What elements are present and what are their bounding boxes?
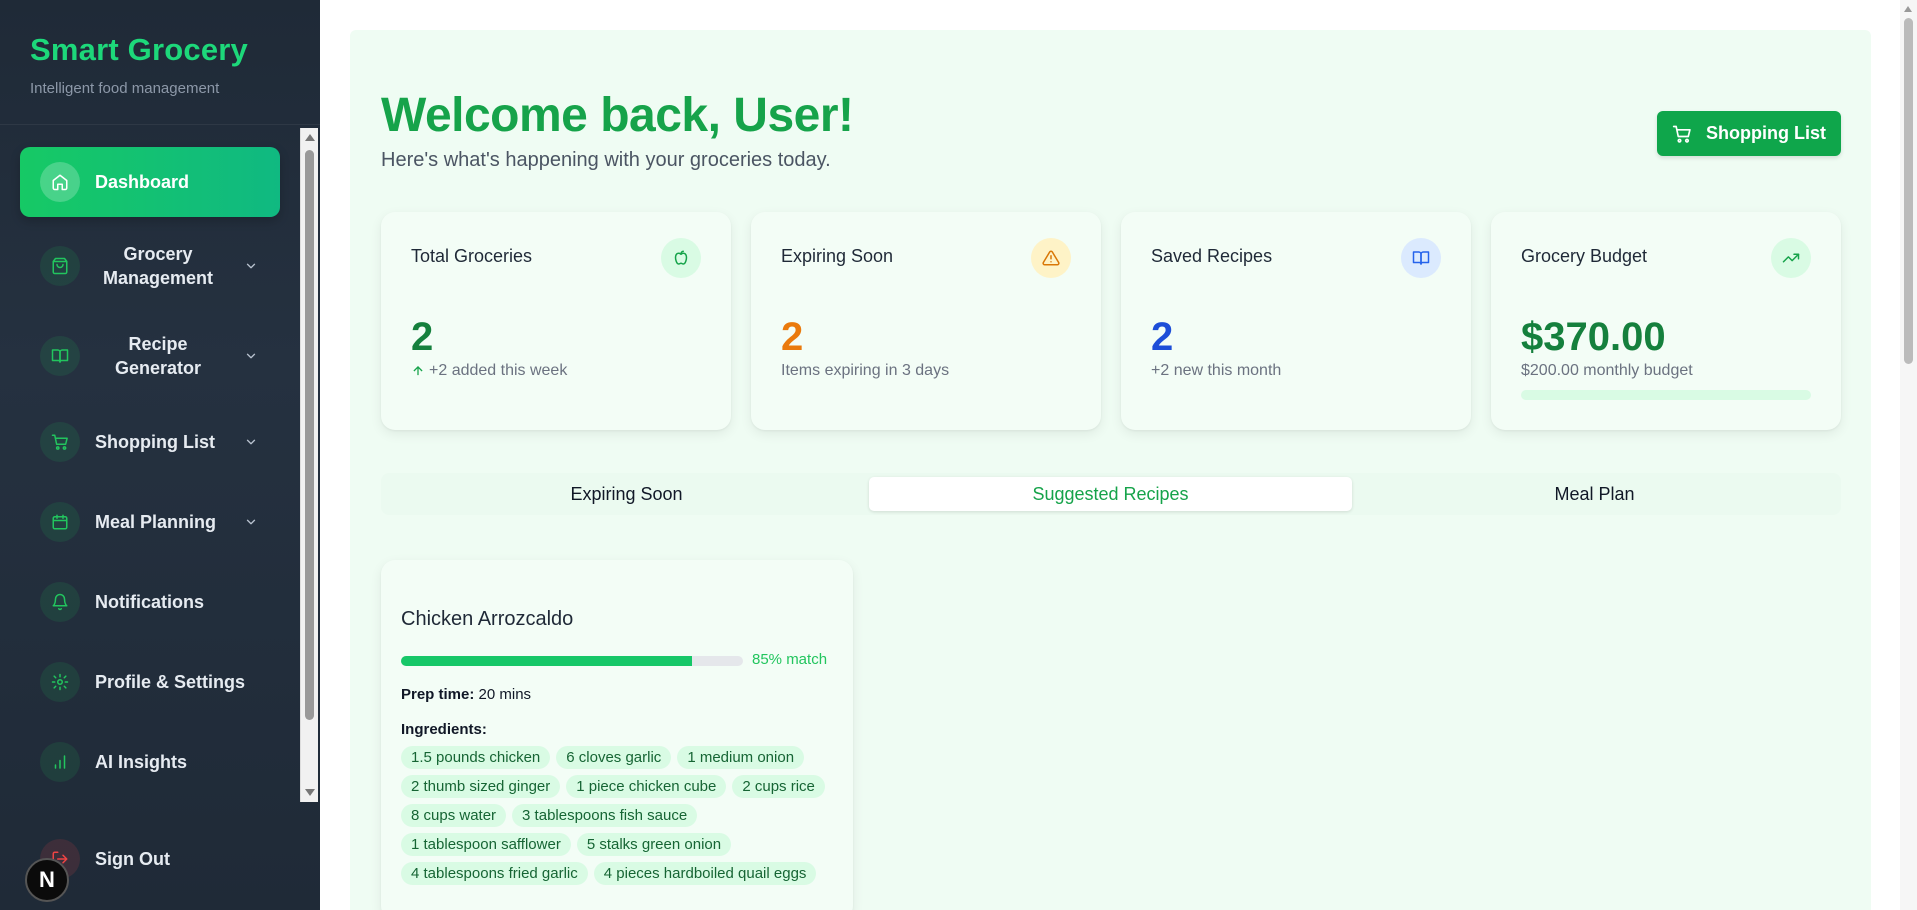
stat-card-note: $200.00 monthly budget	[1521, 362, 1693, 379]
shopping-list-button[interactable]: Shopping List	[1657, 111, 1841, 156]
stat-card-title: Saved Recipes	[1151, 246, 1273, 266]
stat-card-value: 2	[1151, 315, 1174, 359]
prep-time-value: 20 mins	[478, 686, 532, 703]
ingredient-chip: 1 medium onion	[677, 746, 805, 769]
scroll-thumb[interactable]	[1904, 18, 1913, 364]
warning-icon	[1031, 238, 1071, 278]
sidebar: Smart Grocery Intelligent food managemen…	[0, 0, 320, 910]
ingredient-chip: 4 pieces hardboiled quail eggs	[593, 862, 817, 885]
main-scrollbar[interactable]	[1900, 0, 1917, 910]
ingredient-chip: 1.5 pounds chicken	[401, 746, 551, 769]
ingredient-chip: 2 thumb sized ginger	[401, 775, 561, 798]
brand: Smart Grocery Intelligent food managemen…	[30, 32, 248, 97]
sidebar-item-label: AI Insights	[95, 751, 188, 772]
arrow-up-icon	[413, 366, 423, 376]
page-subtitle: Here's what's happening with your grocer…	[381, 149, 831, 171]
chevron-down-icon[interactable]	[244, 259, 258, 273]
trending-up-icon	[1771, 238, 1811, 278]
prep-time-label: Prep time:	[401, 686, 475, 703]
match-label: 85% match	[752, 651, 828, 668]
stat-card-value: 2	[781, 315, 804, 359]
shopping-list-button-label: Shopping List	[1706, 123, 1826, 143]
sidebar-item-recipe-generator[interactable]: Recipe Generator	[20, 321, 280, 391]
page-title: Welcome back, User!	[381, 89, 854, 142]
scroll-thumb[interactable]	[305, 150, 314, 720]
ingredient-chip: 1 piece chicken cube	[566, 775, 727, 798]
stat-card-value: 2	[411, 315, 434, 359]
ingredient-chip: 1 tablespoon safflower	[401, 833, 571, 856]
stat-card-note-text: +2 added this week	[429, 362, 568, 379]
sidebar-nav: Dashboard Grocery Management Recipe Gene…	[0, 128, 300, 802]
ingredients-list: 1.5 pounds chicken 6 cloves garlic 1 mediu…	[401, 746, 846, 885]
stat-card-total-groceries: Total Groceries 2 +2 added this week	[381, 212, 731, 430]
sidebar-item-label: Meal Planning	[95, 511, 217, 532]
ingredient-chip: 6 cloves garlic	[556, 746, 672, 769]
sidebar-divider	[0, 124, 320, 125]
stat-card-note: Items expiring in 3 days	[781, 362, 950, 379]
stat-card-note: +2 added this week	[411, 362, 567, 380]
sidebar-scrollbar[interactable]	[300, 128, 318, 802]
tab-expiring-soon[interactable]: Expiring Soon	[385, 477, 868, 511]
gear-icon	[40, 662, 80, 702]
stat-card-saved-recipes: Saved Recipes 2 +2 new this month	[1121, 212, 1471, 430]
sidebar-item-ai-insights[interactable]: AI Insights	[20, 727, 280, 797]
sidebar-item-notifications[interactable]: Notifications	[20, 567, 280, 637]
apple-icon	[661, 238, 701, 278]
match-progress-bar	[401, 656, 743, 666]
sidebar-item-shopping-list[interactable]: Shopping List	[20, 407, 280, 477]
scroll-up-arrow-icon[interactable]	[305, 134, 315, 141]
sidebar-item-meal-planning[interactable]: Meal Planning	[20, 487, 280, 557]
brand-title: Smart Grocery	[30, 32, 248, 67]
sidebar-item-label: Dashboard	[95, 171, 190, 192]
sidebar-item-label: Recipe Generator	[114, 333, 202, 378]
stat-card-expiring-soon: Expiring Soon 2 Items expiring in 3 days	[751, 212, 1101, 430]
stat-card-grocery-budget: Grocery Budget $370.00 $200.00 monthly b…	[1491, 212, 1841, 430]
recipe-name: Chicken Arrozcaldo	[401, 608, 574, 630]
book-open-icon	[40, 336, 80, 376]
budget-progress-bar	[1521, 390, 1811, 400]
stat-card-title: Total Groceries	[411, 246, 533, 266]
tab-suggested-recipes[interactable]: Suggested Recipes	[869, 477, 1352, 511]
sidebar-item-dashboard[interactable]: Dashboard	[20, 147, 280, 217]
home-icon	[40, 162, 80, 202]
stat-card-note: +2 new this month	[1151, 362, 1282, 379]
ingredient-chip: 2 cups rice	[732, 775, 825, 798]
stat-card-title: Grocery Budget	[1521, 246, 1648, 266]
ingredient-chip: 4 tablespoons fried garlic	[401, 862, 588, 885]
chevron-down-icon[interactable]	[244, 435, 258, 449]
ingredient-chip: 8 cups water	[401, 804, 507, 827]
calendar-icon	[40, 502, 80, 542]
sidebar-item-profile-settings[interactable]: Profile & Settings	[20, 647, 280, 717]
sign-out-label: Sign Out	[95, 848, 170, 869]
ingredients-label: Ingredients:	[401, 721, 487, 738]
tab-meal-plan[interactable]: Meal Plan	[1353, 477, 1836, 511]
prep-time: Prep time: 20 mins	[401, 686, 531, 703]
scroll-down-arrow-icon[interactable]	[305, 789, 315, 796]
brand-subtitle: Intelligent food management	[30, 80, 220, 97]
bar-chart-icon	[40, 742, 80, 782]
sidebar-item-label: Grocery Management	[102, 243, 214, 288]
sidebar-item-grocery-management[interactable]: Grocery Management	[20, 231, 280, 301]
shopping-bag-icon	[40, 246, 80, 286]
nextjs-badge-icon[interactable]: N	[25, 858, 69, 902]
bell-icon	[40, 582, 80, 622]
cart-icon	[1672, 125, 1691, 143]
chevron-down-icon[interactable]	[244, 515, 258, 529]
book-icon	[1401, 238, 1441, 278]
sidebar-item-label: Shopping List	[95, 431, 215, 452]
stat-card-value: $370.00	[1521, 315, 1666, 359]
stat-card-title: Expiring Soon	[781, 246, 894, 266]
recipe-card[interactable]: Chicken Arrozcaldo 85% match Prep time: …	[381, 560, 853, 910]
sidebar-item-label: Notifications	[95, 591, 205, 612]
dashboard-tabs: Expiring Soon Suggested Recipes Meal Pla…	[381, 473, 1841, 515]
ingredient-chip: 3 tablespoons fish sauce	[512, 804, 698, 827]
sidebar-item-label: Profile & Settings	[95, 671, 246, 692]
match-progress-fill	[401, 656, 692, 666]
scroll-up-arrow-icon[interactable]	[1904, 6, 1912, 12]
cart-icon	[40, 422, 80, 462]
ingredient-chip: 5 stalks green onion	[576, 833, 732, 856]
chevron-down-icon[interactable]	[244, 349, 258, 363]
